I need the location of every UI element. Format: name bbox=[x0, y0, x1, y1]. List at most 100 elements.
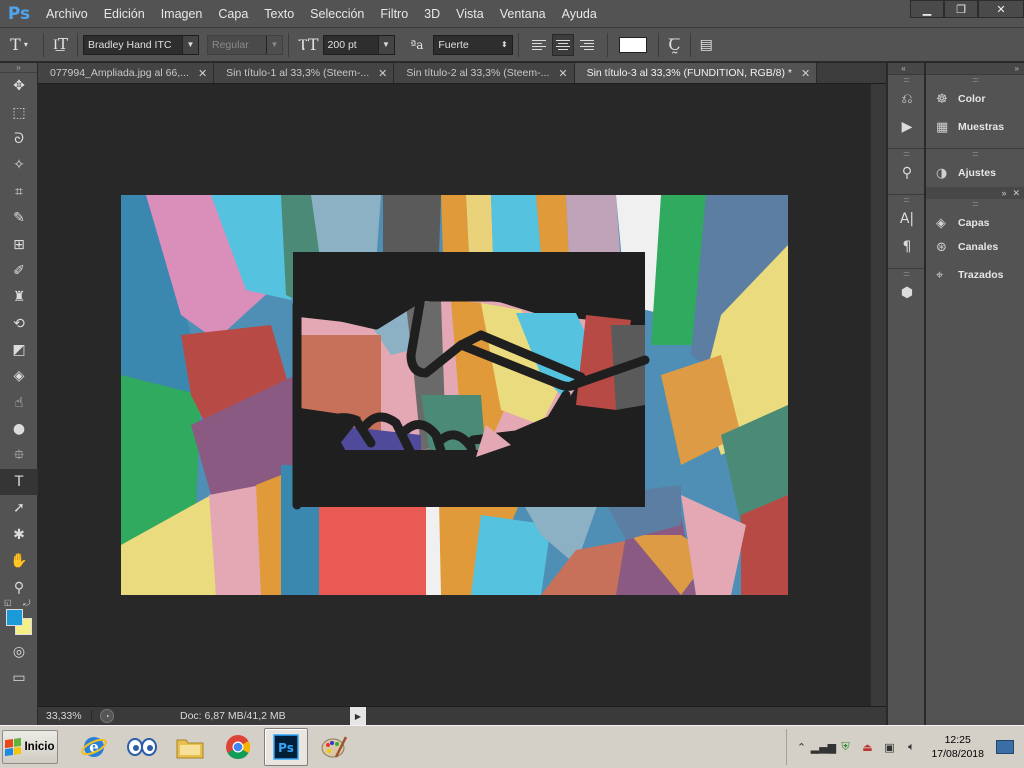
align-right-icon[interactable] bbox=[576, 34, 598, 56]
network-icon[interactable]: ▣ bbox=[881, 739, 897, 755]
antialias-select[interactable]: Fuerte ⬍ bbox=[433, 34, 514, 55]
warp-text-icon[interactable]: Ꞇ̰ bbox=[664, 35, 684, 54]
dodge-tool[interactable]: ● bbox=[0, 416, 38, 442]
shape-tool[interactable]: ✱ bbox=[0, 522, 38, 548]
align-center-icon[interactable] bbox=[552, 33, 575, 56]
folder-icon[interactable] bbox=[168, 728, 212, 766]
eyedropper-tool[interactable]: ✎ bbox=[0, 205, 38, 231]
dodge-icon: ● bbox=[12, 421, 26, 438]
usb-icon[interactable]: ⏏ bbox=[859, 739, 875, 755]
canvas-area[interactable] bbox=[38, 84, 870, 706]
quick-mask-icon[interactable]: ◎ bbox=[0, 639, 38, 665]
panel-channels[interactable]: ⊛ Canales bbox=[926, 233, 1024, 261]
document-canvas[interactable] bbox=[121, 195, 788, 595]
show-hidden-icons-icon[interactable]: ⌃ bbox=[793, 739, 809, 755]
healing-brush-tool[interactable]: ⊞ bbox=[0, 231, 38, 257]
photoshop-logo[interactable]: Ps bbox=[0, 0, 38, 28]
font-family-select[interactable]: Bradley Hand ITC ▼ bbox=[83, 34, 199, 55]
tab-doc-4[interactable]: Sin título-3 al 33,3% (FUNDITION, RGB/8)… bbox=[574, 63, 818, 83]
menu-ayuda[interactable]: Ayuda bbox=[554, 0, 605, 28]
close-icon[interactable]: ✕ bbox=[978, 0, 1024, 18]
3d-icon[interactable]: ⬢ bbox=[888, 279, 926, 307]
close-icon[interactable]: ✕ bbox=[558, 67, 567, 80]
close-icon[interactable]: ✕ bbox=[378, 67, 387, 80]
menu-edicion[interactable]: Edición bbox=[96, 0, 153, 28]
clone-stamp-tool[interactable]: ♜ bbox=[0, 284, 38, 310]
history-icon[interactable]: ⎌ bbox=[888, 85, 926, 113]
screen-mode-icon[interactable]: ▭ bbox=[0, 665, 38, 691]
show-desktop-icon[interactable] bbox=[996, 740, 1014, 754]
close-icon[interactable]: ✕ bbox=[801, 67, 810, 80]
smudge-tool[interactable]: ☝ bbox=[0, 390, 38, 416]
minimize-icon[interactable]: ▁ bbox=[910, 0, 944, 18]
pen-icon: ⯐ bbox=[13, 446, 25, 463]
pen-tool[interactable]: ⯐ bbox=[0, 442, 38, 468]
tab-doc-3[interactable]: Sin título-2 al 33,3% (Steem-... ✕ bbox=[394, 63, 575, 83]
status-menu-arrow-icon[interactable]: ▶ bbox=[350, 707, 366, 725]
menu-archivo[interactable]: Archivo bbox=[38, 0, 96, 28]
photoshop-icon[interactable]: Ps bbox=[264, 728, 308, 766]
foreground-color[interactable] bbox=[6, 608, 23, 626]
close-icon[interactable]: ✕ bbox=[198, 67, 207, 80]
zoom-level[interactable]: 33,33% bbox=[38, 710, 92, 722]
windows-logo-icon bbox=[5, 737, 22, 757]
restore-icon[interactable]: ❐ bbox=[944, 0, 978, 18]
type-tool-preset[interactable]: T ▾ bbox=[0, 35, 38, 54]
close-icon[interactable]: ✕ bbox=[1012, 188, 1020, 199]
panel-paths[interactable]: ⌖ Trazados bbox=[926, 261, 1024, 289]
paint-icon[interactable] bbox=[312, 728, 356, 766]
panel-collapse-icon[interactable]: » bbox=[926, 63, 1024, 75]
signal-icon[interactable]: ▂▄▆ bbox=[811, 739, 836, 755]
collapse-icon[interactable]: » bbox=[1001, 188, 1006, 198]
menu-capa[interactable]: Capa bbox=[210, 0, 256, 28]
paint-bucket-tool[interactable]: ◈ bbox=[0, 363, 38, 389]
proof-settings-icon[interactable]: ◔ bbox=[100, 709, 114, 723]
magic-wand-tool[interactable]: ✧ bbox=[0, 152, 38, 178]
align-left-icon[interactable] bbox=[528, 34, 550, 56]
panel-swatches[interactable]: ▦ Muestras bbox=[926, 113, 1024, 141]
start-button[interactable]: Inicio bbox=[2, 730, 58, 764]
default-colors-icon[interactable]: ◱ bbox=[4, 598, 12, 607]
type-tool[interactable]: T bbox=[0, 468, 38, 496]
clock[interactable]: 12:25 17/08/2018 bbox=[925, 733, 990, 761]
menu-texto[interactable]: Texto bbox=[256, 0, 302, 28]
actions-icon[interactable]: ▶ bbox=[888, 113, 926, 141]
marquee-tool[interactable]: ⬚ bbox=[0, 99, 38, 125]
menu-seleccion[interactable]: Selección bbox=[302, 0, 372, 28]
ie-icon[interactable]: e bbox=[72, 728, 116, 766]
menu-filtro[interactable]: Filtro bbox=[372, 0, 416, 28]
vertical-scrollbar[interactable] bbox=[870, 84, 886, 706]
menu-imagen[interactable]: Imagen bbox=[153, 0, 211, 28]
character-icon[interactable]: A| bbox=[888, 205, 926, 233]
panel-color[interactable]: ☸ Color bbox=[926, 85, 1024, 113]
path-selection-tool[interactable]: ➚ bbox=[0, 495, 38, 521]
menu-vista[interactable]: Vista bbox=[448, 0, 492, 28]
menu-ventana[interactable]: Ventana bbox=[492, 0, 554, 28]
tab-doc-2[interactable]: Sin título-1 al 33,3% (Steem-... ✕ bbox=[214, 63, 395, 83]
paragraph-icon[interactable]: ¶ bbox=[888, 233, 926, 261]
move-tool[interactable]: ✥ bbox=[0, 73, 38, 99]
volume-icon[interactable]: 🔈︎ bbox=[903, 739, 919, 755]
healing-brush-icon: ⊞ bbox=[13, 236, 25, 253]
brush-tool[interactable]: ✐ bbox=[0, 258, 38, 284]
eyes-icon[interactable] bbox=[120, 728, 164, 766]
tab-doc-1[interactable]: 077994_Ampliada.jpg al 66,... ✕ bbox=[38, 63, 215, 83]
panel-adjustments[interactable]: ◑ Ajustes bbox=[926, 159, 1024, 187]
panel-expand-icon[interactable]: « bbox=[888, 63, 924, 75]
lasso-tool[interactable]: ᘐ bbox=[0, 126, 38, 152]
hand-tool[interactable]: ✋ bbox=[0, 548, 38, 574]
menu-3d[interactable]: 3D bbox=[416, 0, 448, 28]
history-brush-tool[interactable]: ⟲ bbox=[0, 311, 38, 337]
crop-tool[interactable]: ⌗ bbox=[0, 179, 38, 205]
eraser-tool[interactable]: ◩ bbox=[0, 337, 38, 363]
text-color-swatch[interactable] bbox=[619, 36, 648, 53]
character-panel-icon[interactable]: ▤ bbox=[696, 37, 717, 53]
font-style-select[interactable]: Regular ▼ bbox=[207, 34, 283, 55]
font-size-select[interactable]: 200 pt ▼ bbox=[322, 34, 395, 55]
chrome-icon[interactable] bbox=[216, 728, 260, 766]
brushes-icon[interactable]: ⚲ bbox=[888, 159, 926, 187]
security-icon[interactable]: ⛨ bbox=[837, 739, 853, 755]
swap-colors-icon[interactable]: ⤾ bbox=[23, 598, 31, 609]
text-orientation-icon[interactable]: I͟T bbox=[49, 35, 72, 54]
panel-collapse-icon[interactable]: » bbox=[0, 63, 37, 73]
